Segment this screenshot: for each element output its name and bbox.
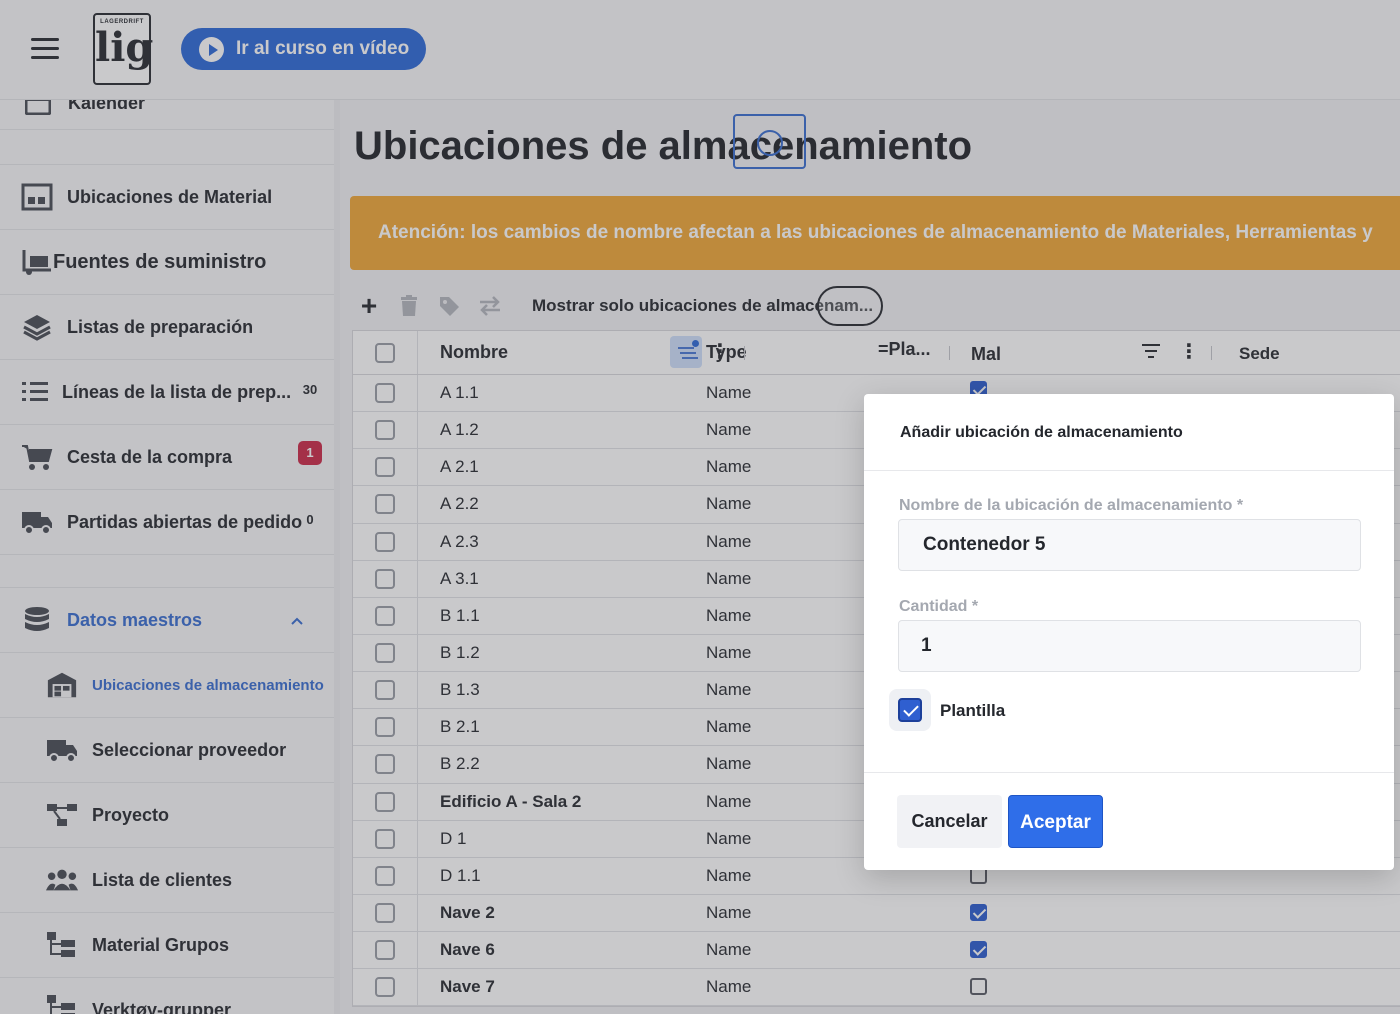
name-field-label: Nombre de la ubicación de almacenamiento… xyxy=(899,497,1244,514)
add-storage-location-dialog: Añadir ubicación de almacenamiento Nombr… xyxy=(864,394,1394,870)
cancel-button[interactable]: Cancelar xyxy=(897,795,1002,848)
template-label[interactable]: Plantilla xyxy=(940,701,1005,721)
template-checkbox[interactable] xyxy=(898,698,922,722)
accept-button[interactable]: Aceptar xyxy=(1008,795,1103,848)
quantity-input[interactable]: 1 xyxy=(898,620,1361,672)
quantity-field-label: Cantidad * xyxy=(899,598,979,615)
template-checkbox-wrapper[interactable] xyxy=(889,689,931,731)
dialog-divider xyxy=(864,470,1394,471)
name-input[interactable]: Contenedor 5 xyxy=(898,519,1361,571)
dialog-divider xyxy=(864,772,1394,773)
dialog-title: Añadir ubicación de almacenamiento xyxy=(900,424,1183,441)
